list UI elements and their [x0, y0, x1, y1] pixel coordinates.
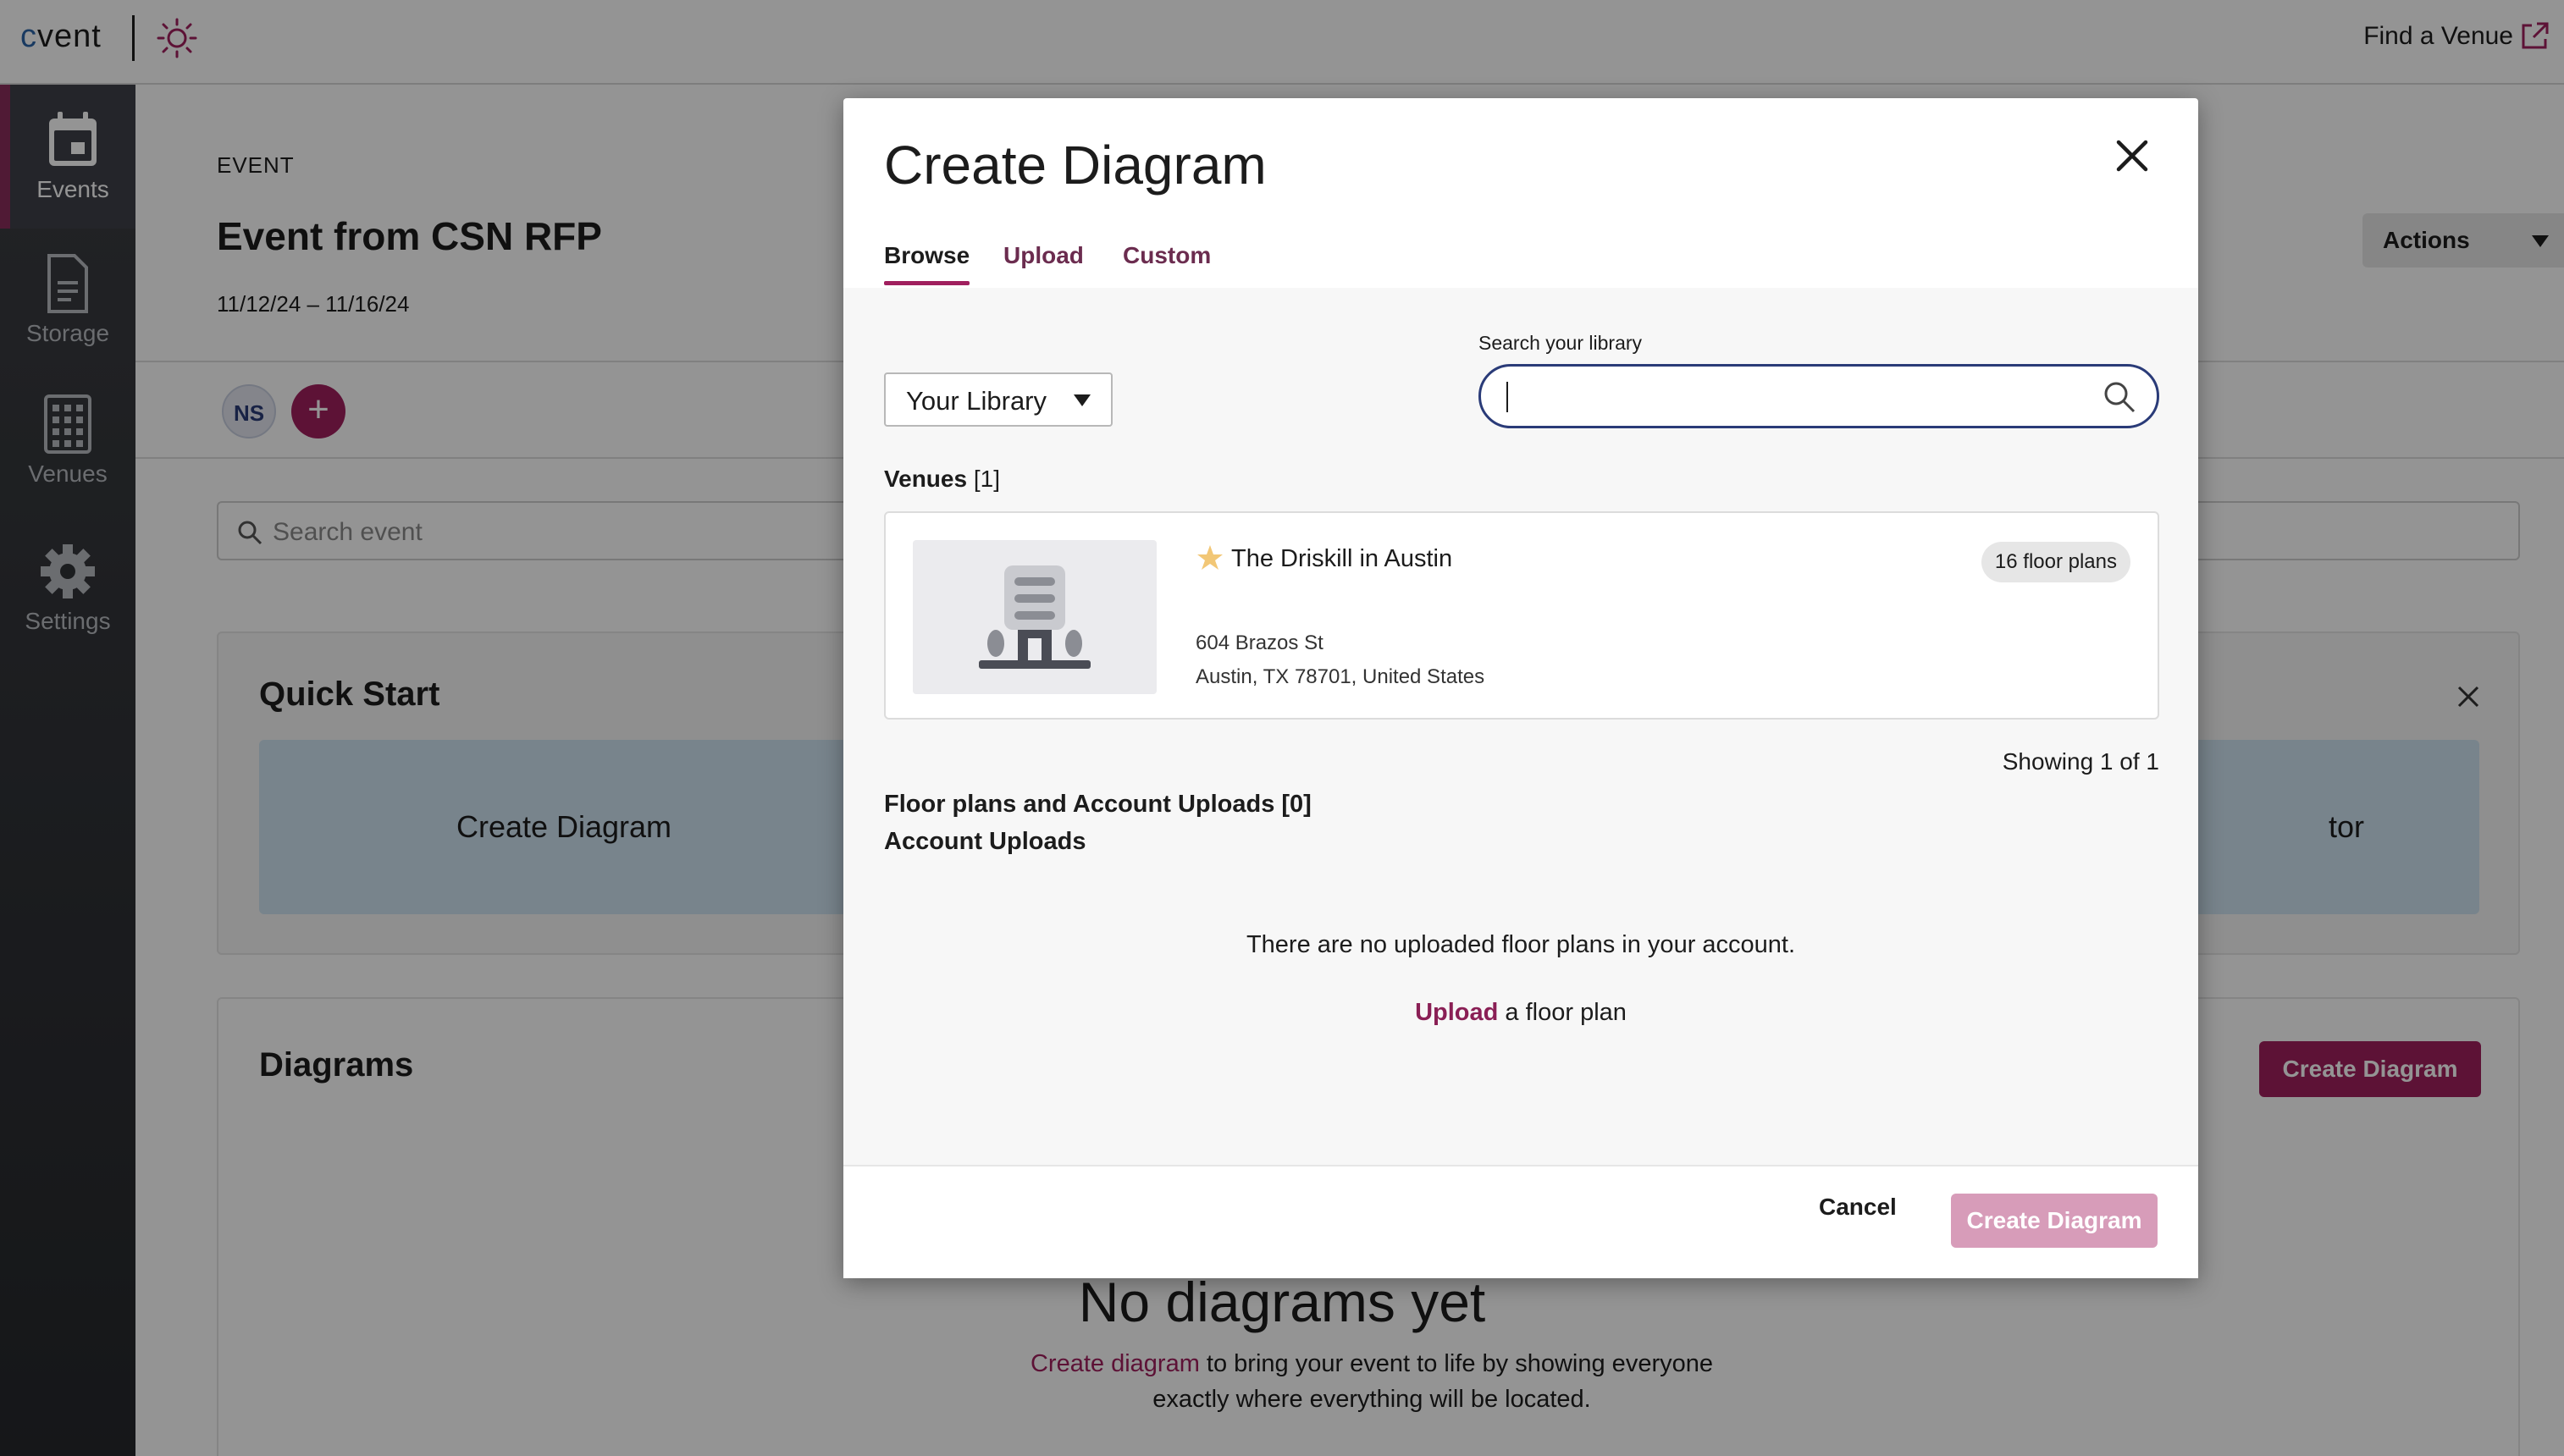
venue-address-line1: 604 Brazos St [1196, 631, 1323, 654]
venue-card[interactable]: The Driskill in Austin 16 floor plans 60… [884, 511, 2159, 720]
results-count: Showing 1 of 1 [2002, 748, 2159, 775]
tab-browse[interactable]: Browse [884, 242, 970, 285]
floor-plans-badge: 16 floor plans [1981, 542, 2130, 582]
search-icon[interactable] [2103, 380, 2136, 414]
floor-plans-header: Floor plans and Account Uploads [0] [884, 791, 1312, 818]
search-library-label: Search your library [1478, 332, 1643, 354]
favorite-star-icon[interactable] [1196, 543, 1224, 572]
upload-link[interactable]: Upload [1415, 999, 1498, 1026]
upload-floor-plan-line: Upload a floor plan [1415, 999, 1627, 1026]
modal-footer: Cancel Create Diagram [843, 1165, 2198, 1278]
caret-down-icon [1074, 394, 1091, 406]
create-diagram-submit-button[interactable]: Create Diagram [1951, 1194, 2158, 1248]
venue-image [913, 540, 1157, 694]
modal-title: Create Diagram [884, 135, 1267, 196]
cancel-button[interactable]: Cancel [1819, 1194, 1897, 1221]
library-select[interactable]: Your Library [884, 372, 1113, 427]
venue-address-line2: Austin, TX 78701, United States [1196, 665, 1485, 688]
no-uploads-message: There are no uploaded floor plans in you… [1246, 931, 1796, 958]
venue-placeholder-icon [979, 565, 1091, 669]
modal-body: Your Library Search your library Venues … [843, 288, 2198, 1266]
close-icon[interactable] [2114, 137, 2151, 174]
text-cursor [1506, 382, 1508, 412]
create-diagram-modal: Create Diagram Browse Upload Custom Your… [843, 98, 2198, 1278]
search-library-input[interactable] [1478, 364, 2159, 428]
venues-header: Venues [1] [884, 466, 1000, 492]
venue-name[interactable]: The Driskill in Austin [1231, 545, 1452, 573]
tab-upload[interactable]: Upload [1003, 242, 1084, 269]
library-select-value: Your Library [906, 386, 1047, 416]
account-uploads-header: Account Uploads [884, 828, 1086, 855]
tab-custom[interactable]: Custom [1123, 242, 1211, 269]
